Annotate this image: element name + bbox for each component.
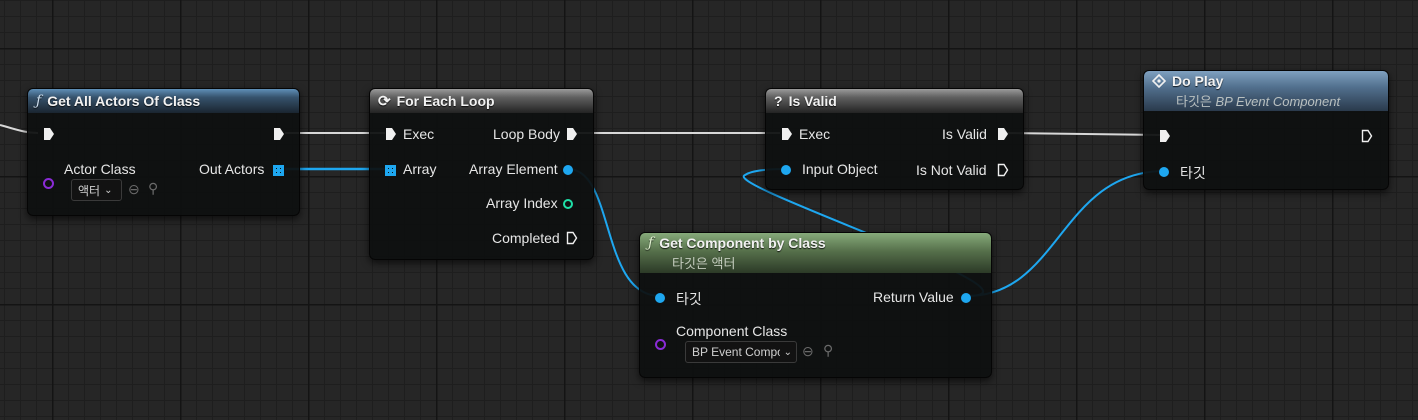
function-icon: ƒ [36, 93, 42, 109]
function-icon: ƒ [648, 234, 654, 251]
loop-icon: ⟳ [378, 93, 391, 110]
target-label: 타깃 [676, 291, 702, 307]
node-header[interactable]: ? Is Valid [766, 89, 1023, 113]
chevron-down-icon: ⌄ [104, 184, 113, 196]
browse-arrow-icon[interactable]: ⊖ [802, 343, 814, 360]
node-for-each-loop[interactable]: ⟳ For Each Loop Exec Loop Body Array Arr… [369, 88, 594, 260]
array-index-pin[interactable] [563, 199, 573, 209]
exec-out-pin[interactable] [273, 127, 285, 141]
exec-label: Exec [403, 126, 435, 142]
event-diamond-icon [1152, 73, 1166, 88]
exec-in-pin[interactable] [781, 127, 793, 141]
target-pin[interactable] [1159, 167, 1169, 177]
node-is-valid[interactable]: ? Is Valid Exec Is Valid Input Object Is… [765, 88, 1024, 190]
component-class-value: BP Event Compo [692, 345, 780, 359]
node-title: Get All Actors Of Class [47, 93, 201, 109]
exec-in-pin[interactable] [1159, 129, 1171, 143]
loop-body-exec-pin[interactable] [566, 127, 578, 141]
is-not-valid-label: Is Not Valid [916, 162, 987, 178]
input-object-label: Input Object [802, 161, 878, 177]
target-pin[interactable] [655, 293, 665, 303]
node-title: For Each Loop [396, 93, 495, 109]
array-index-label: Array Index [486, 195, 558, 211]
completed-label: Completed [492, 230, 560, 246]
actor-class-pin[interactable] [43, 178, 54, 189]
actor-class-label: Actor Class [64, 161, 136, 177]
node-do-play[interactable]: Do Play 타깃은 BP Event Component 타깃 [1143, 70, 1389, 190]
actor-class-dropdown[interactable]: 액터 ⌄ [71, 179, 122, 201]
loop-body-label: Loop Body [493, 126, 560, 142]
return-value-pin[interactable] [961, 293, 971, 303]
node-subtitle: 타깃은 액터 [672, 255, 736, 271]
completed-exec-pin[interactable] [566, 231, 578, 245]
question-icon: ? [774, 93, 783, 109]
search-icon[interactable]: ⚲ [148, 180, 158, 197]
exec-label: Exec [799, 126, 831, 142]
node-subtitle: 타깃은 BP Event Component [1152, 91, 1340, 110]
return-value-label: Return Value [873, 289, 954, 305]
node-get-component-by-class[interactable]: ƒ Get Component by Class 타깃은 액터 타깃 Retur… [639, 232, 992, 378]
component-class-label: Component Class [676, 323, 788, 339]
node-header[interactable]: ƒ Get All Actors Of Class [28, 89, 299, 113]
array-input-pin[interactable] [385, 165, 396, 176]
is-valid-label: Is Valid [942, 126, 987, 142]
node-header[interactable]: ƒ Get Component by Class 타깃은 액터 [640, 233, 991, 273]
search-icon[interactable]: ⚲ [823, 342, 833, 359]
node-title: Get Component by Class [659, 234, 826, 251]
is-not-valid-exec-pin[interactable] [997, 163, 1009, 177]
subtitle-target: BP Event Component [1215, 93, 1341, 109]
node-title: Do Play [1172, 72, 1224, 89]
chevron-down-icon: ⌄ [783, 346, 792, 358]
is-valid-exec-pin[interactable] [997, 127, 1009, 141]
subtitle-prefix: 타깃은 [1176, 93, 1212, 109]
component-class-pin[interactable] [655, 339, 666, 350]
out-actors-label: Out Actors [199, 161, 265, 177]
exec-wire-is-valid-to-do-play [1002, 132, 1161, 136]
array-label: Array [403, 161, 437, 177]
node-title: Is Valid [788, 93, 837, 109]
component-class-dropdown[interactable]: BP Event Compo ⌄ [685, 341, 797, 363]
out-actors-array-pin[interactable] [273, 165, 284, 176]
exec-in-pin[interactable] [385, 127, 397, 141]
input-object-pin[interactable] [781, 165, 791, 175]
exec-in-pin[interactable] [43, 127, 55, 141]
array-element-label: Array Element [469, 161, 558, 177]
target-label: 타깃 [1180, 165, 1206, 181]
node-get-all-actors-of-class[interactable]: ƒ Get All Actors Of Class Actor Class 액터… [27, 88, 300, 216]
exec-out-pin[interactable] [1361, 129, 1373, 143]
node-header[interactable]: ⟳ For Each Loop [370, 89, 593, 113]
array-element-pin[interactable] [563, 165, 573, 175]
node-header[interactable]: Do Play 타깃은 BP Event Component [1144, 71, 1388, 111]
actor-class-value: 액터 [78, 183, 101, 198]
browse-arrow-icon[interactable]: ⊖ [128, 181, 140, 198]
